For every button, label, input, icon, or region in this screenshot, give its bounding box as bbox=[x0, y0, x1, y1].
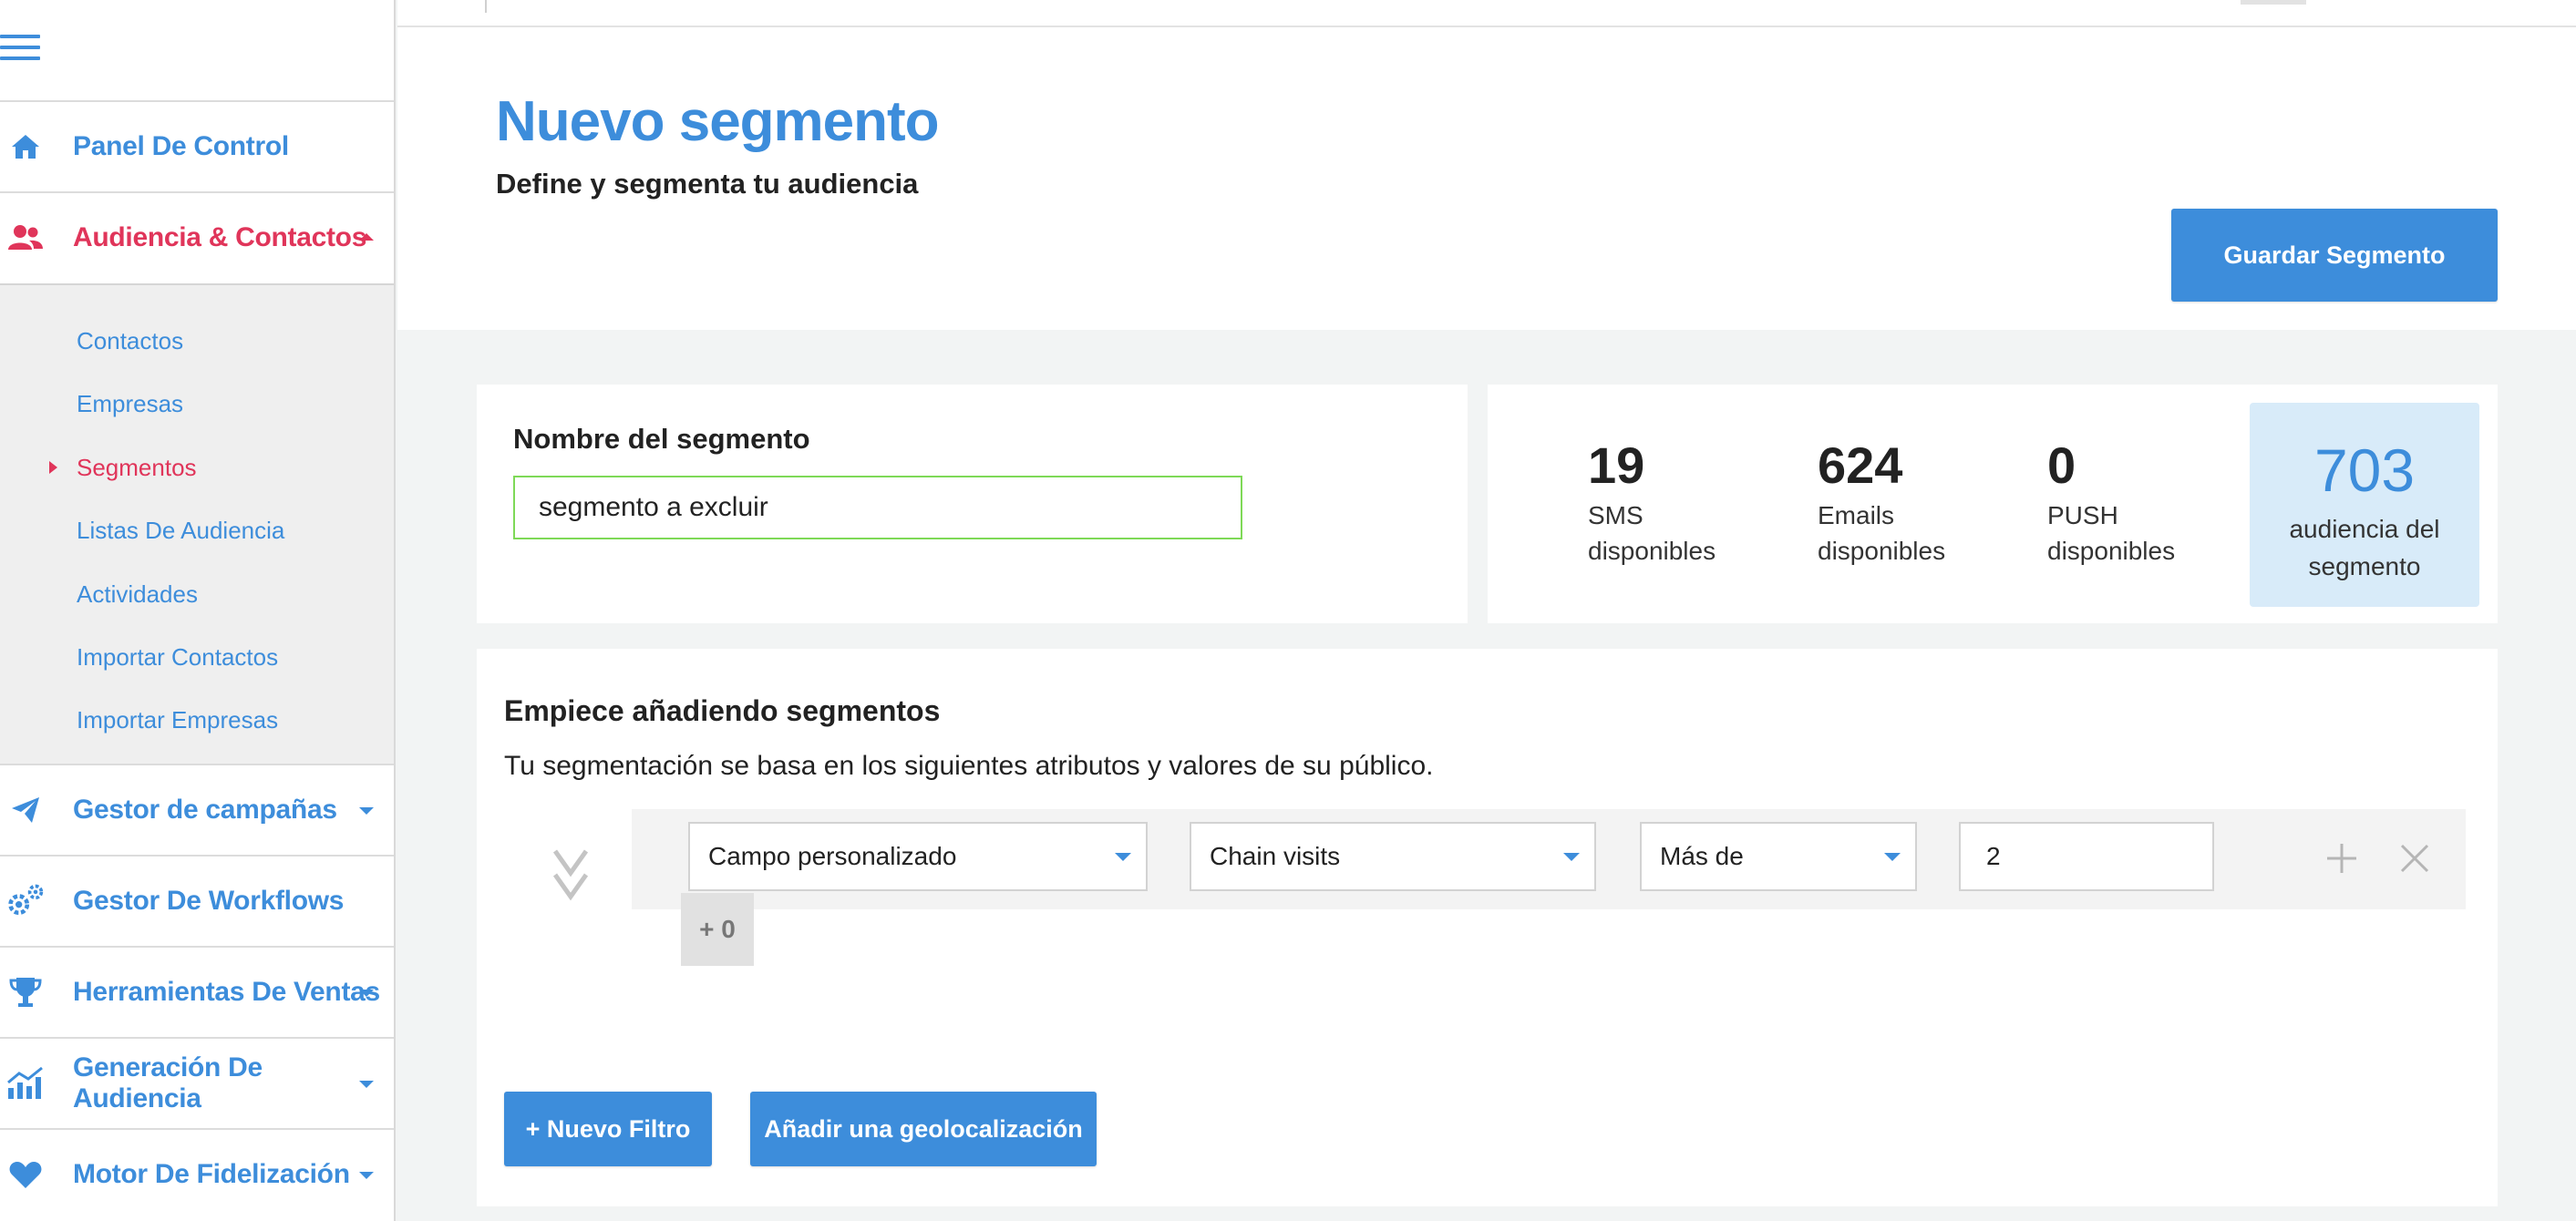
chevron-down-icon bbox=[359, 807, 374, 815]
new-filter-button[interactable]: + Nuevo Filtro bbox=[504, 1092, 712, 1166]
push-stat: 0 PUSH disponibles bbox=[2047, 437, 2175, 570]
paper-plane-icon bbox=[5, 790, 46, 830]
add-subfilter-button[interactable]: + 0 bbox=[681, 893, 754, 966]
chevron-up-icon bbox=[359, 233, 374, 241]
submenu-item-listas-de-audiencia[interactable]: Listas De Audiencia bbox=[77, 517, 284, 545]
submenu-item-empresas[interactable]: Empresas bbox=[77, 390, 183, 418]
trophy-icon bbox=[5, 972, 46, 1012]
add-geolocation-button[interactable]: Añadir una geolocalización bbox=[750, 1092, 1097, 1166]
emails-count: 624 bbox=[1818, 436, 1903, 494]
chevron-down-icon bbox=[1563, 853, 1580, 861]
sidebar: Panel De Control Audiencia & Contactos C… bbox=[0, 0, 396, 1221]
operator-value: Más de bbox=[1660, 842, 1744, 870]
submenu-item-importar-empresas[interactable]: Importar Empresas bbox=[77, 706, 278, 734]
segment-filters-card: Empiece añadiendo segmentos Tu segmentac… bbox=[477, 649, 2498, 1206]
sidebar-item-label: Gestor De Workflows bbox=[73, 886, 345, 916]
sidebar-submenu: Contactos Empresas Segmentos Listas De A… bbox=[0, 283, 394, 764]
field-type-value: Campo personalizado bbox=[708, 842, 957, 870]
page-title: Nuevo segmento bbox=[496, 90, 940, 153]
double-chevron-down-icon[interactable] bbox=[551, 847, 590, 902]
push-label-line2: disponibles bbox=[2047, 536, 2176, 565]
field-type-select[interactable]: Campo personalizado bbox=[688, 822, 1148, 891]
sidebar-item-panel-de-control[interactable]: Panel De Control bbox=[0, 100, 394, 191]
emails-label-line1: Emails bbox=[1818, 500, 1895, 529]
sidebar-item-generacion-de-audiencia[interactable]: Generación De Audiencia bbox=[0, 1037, 394, 1128]
sidebar-item-audiencia-contactos[interactable]: Audiencia & Contactos bbox=[0, 191, 394, 282]
sidebar-item-herramientas-de-ventas[interactable]: Herramientas De Ventas bbox=[0, 946, 394, 1037]
filters-title: Empiece añadiendo segmentos bbox=[504, 694, 941, 727]
sidebar-item-label: Herramientas De Ventas bbox=[73, 977, 380, 1007]
attribute-value: Chain visits bbox=[1210, 842, 1341, 870]
segment-audience-count: 703 bbox=[2313, 436, 2416, 504]
sms-count: 19 bbox=[1588, 436, 1645, 494]
sidebar-item-gestor-de-campanas[interactable]: Gestor de campañas bbox=[0, 764, 394, 855]
sidebar-item-label: Gestor de campañas bbox=[73, 795, 337, 825]
segment-name-label: Nombre del segmento bbox=[513, 423, 810, 455]
save-segment-button[interactable]: Guardar Segmento bbox=[2171, 209, 2498, 302]
move-icon[interactable] bbox=[2322, 838, 2362, 878]
home-icon bbox=[5, 127, 46, 167]
top-bar-control[interactable] bbox=[2241, 0, 2306, 5]
segment-name-input[interactable] bbox=[513, 476, 1242, 539]
heart-icon bbox=[5, 1154, 46, 1195]
chart-line-icon bbox=[5, 1063, 46, 1103]
top-bar-divider bbox=[397, 26, 2576, 27]
audience-stats-card: 19 SMS disponibles 624 Emails disponible… bbox=[1488, 385, 2498, 623]
sidebar-item-label: Audiencia & Contactos bbox=[73, 222, 367, 252]
segment-audience-label-line2: segmento bbox=[2308, 551, 2421, 580]
emails-stat: 624 Emails disponibles bbox=[1818, 437, 1945, 570]
chevron-down-icon bbox=[359, 990, 374, 997]
segment-name-card: Nombre del segmento bbox=[477, 385, 1468, 623]
submenu-item-actividades[interactable]: Actividades bbox=[77, 580, 198, 609]
push-label-line1: PUSH bbox=[2047, 500, 2118, 529]
filter-value-input[interactable]: 2 bbox=[1959, 822, 2214, 891]
filter-row: Campo personalizado Chain visits Más de … bbox=[632, 809, 2466, 909]
emails-label-line2: disponibles bbox=[1818, 536, 1946, 565]
users-icon bbox=[5, 218, 46, 258]
submenu-item-segmentos[interactable]: Segmentos bbox=[77, 454, 197, 482]
chevron-down-icon bbox=[359, 1081, 374, 1088]
submenu-item-importar-contactos[interactable]: Importar Contactos bbox=[77, 643, 278, 672]
push-count: 0 bbox=[2047, 436, 2076, 494]
filters-description: Tu segmentación se basa en los siguiente… bbox=[504, 751, 1434, 781]
sidebar-item-label: Panel De Control bbox=[73, 131, 289, 161]
chevron-down-icon bbox=[1115, 853, 1131, 861]
sms-label-line2: disponibles bbox=[1588, 536, 1716, 565]
segment-audience-stat: 703 audiencia del segmento bbox=[2250, 403, 2479, 607]
chevron-down-icon bbox=[1884, 853, 1901, 861]
sms-stat: 19 SMS disponibles bbox=[1588, 437, 1716, 570]
sms-label-line1: SMS bbox=[1588, 500, 1643, 529]
sidebar-item-gestor-de-workflows[interactable]: Gestor De Workflows bbox=[0, 855, 394, 946]
top-bar-separator bbox=[485, 0, 487, 13]
operator-select[interactable]: Más de bbox=[1640, 822, 1917, 891]
gears-icon bbox=[5, 881, 46, 921]
attribute-select[interactable]: Chain visits bbox=[1190, 822, 1596, 891]
sidebar-item-label: Generación De Audiencia bbox=[73, 1052, 263, 1113]
sidebar-item-motor-de-fidelizacion[interactable]: Motor De Fidelización bbox=[0, 1128, 394, 1219]
close-icon[interactable] bbox=[2395, 838, 2435, 878]
segment-audience-label-line1: audiencia del bbox=[2289, 514, 2440, 543]
chevron-down-icon bbox=[359, 1172, 374, 1179]
active-marker-icon bbox=[49, 461, 57, 474]
page-subtitle: Define y segmenta tu audiencia bbox=[496, 168, 919, 200]
hamburger-menu-icon[interactable] bbox=[0, 35, 40, 62]
filter-value: 2 bbox=[1986, 842, 2001, 870]
sidebar-item-label: Motor De Fidelización bbox=[73, 1159, 350, 1189]
submenu-item-contactos[interactable]: Contactos bbox=[77, 327, 183, 355]
